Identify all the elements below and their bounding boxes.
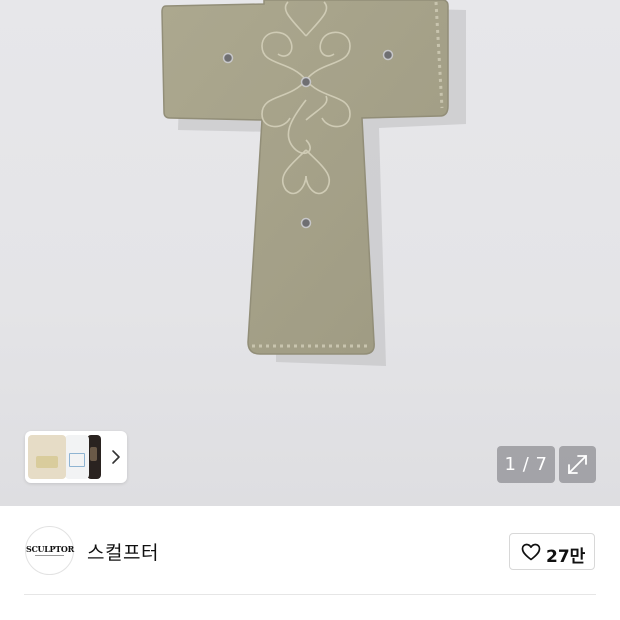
like-count: 27만 bbox=[546, 547, 586, 567]
thumbnail-1[interactable] bbox=[28, 435, 66, 479]
thumbnail-3[interactable] bbox=[87, 435, 101, 479]
seller-row: SCULPTOR 스컬프터 27만 bbox=[0, 506, 620, 596]
chevron-right-icon[interactable] bbox=[109, 449, 123, 465]
like-button[interactable]: 27만 bbox=[509, 533, 595, 570]
thumbnail-2[interactable] bbox=[65, 435, 89, 479]
expand-arrows-icon bbox=[568, 455, 587, 474]
seller-avatar[interactable]: SCULPTOR bbox=[25, 526, 74, 575]
expand-button[interactable] bbox=[559, 446, 596, 483]
thumbnail-strip[interactable] bbox=[25, 431, 127, 483]
seller-logo-text: SCULPTOR bbox=[26, 544, 74, 554]
seller-name[interactable]: 스컬프터 bbox=[87, 538, 159, 565]
image-counter: 1 / 7 bbox=[497, 446, 555, 483]
product-image-area[interactable]: 1 / 7 bbox=[0, 0, 620, 506]
heart-outline-icon bbox=[521, 543, 541, 561]
divider bbox=[24, 594, 596, 595]
